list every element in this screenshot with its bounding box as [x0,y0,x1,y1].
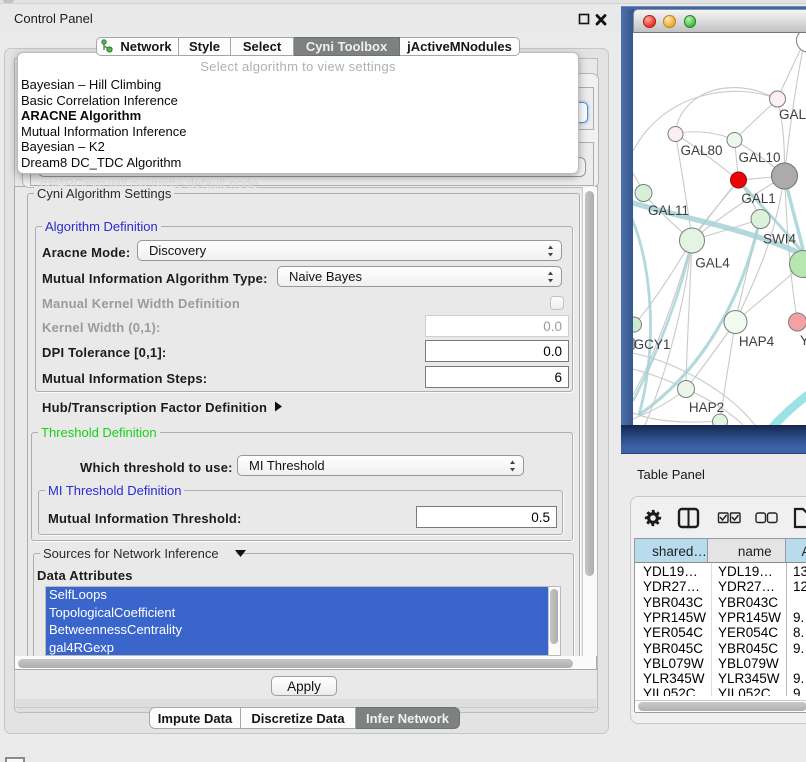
svg-text:SWI4: SWI4 [763,232,796,247]
svg-text:Y: Y [800,333,806,348]
svg-text:HAP4: HAP4 [739,334,775,349]
svg-text:GAL11: GAL11 [648,203,689,218]
svg-text:GAL80: GAL80 [680,143,722,158]
svg-text:GAL4: GAL4 [695,256,730,271]
svg-text:GAL10: GAL10 [738,150,780,165]
svg-text:HAP2: HAP2 [689,400,724,415]
svg-text:GAL: GAL [779,107,806,122]
svg-text:GAL1: GAL1 [741,191,776,206]
svg-text:GCY1: GCY1 [634,337,671,352]
